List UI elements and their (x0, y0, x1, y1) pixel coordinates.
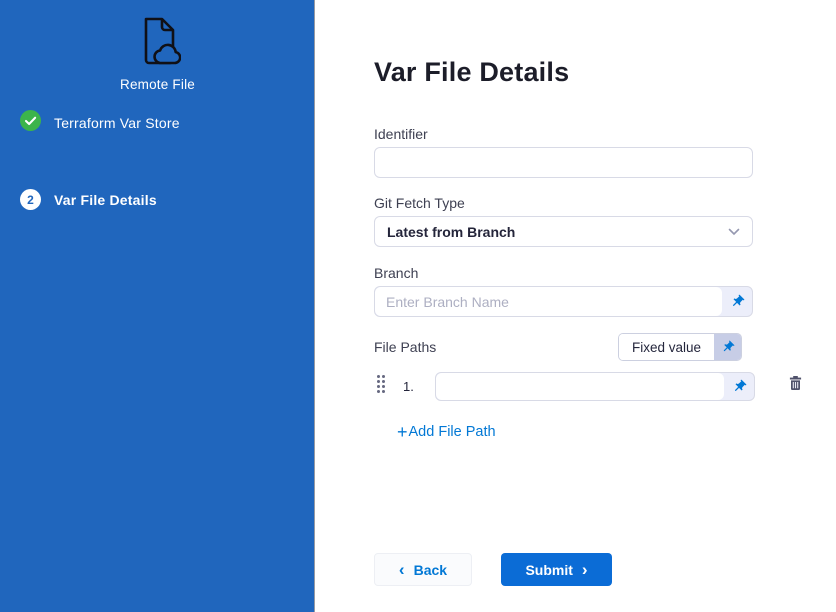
branch-label: Branch (374, 265, 418, 281)
identifier-field-shell (374, 147, 753, 178)
add-file-path-label: Add File Path (409, 424, 496, 440)
store-type-label: Remote File (0, 77, 315, 92)
file-paths-label: File Paths (374, 339, 436, 355)
trash-icon (787, 375, 804, 392)
branch-field-shell (374, 286, 753, 317)
chevron-down-icon (728, 223, 740, 241)
step-completed-check-icon (20, 110, 41, 136)
chevron-right-icon: › (582, 561, 588, 578)
sidebar-step-var-file-details[interactable]: 2 Var File Details (20, 189, 157, 210)
input-type-value: Fixed value (619, 334, 714, 360)
step-label: Terraform Var Store (54, 115, 180, 131)
git-fetch-type-selected-value: Latest from Branch (387, 224, 728, 240)
step-label: Var File Details (54, 192, 157, 208)
chevron-left-icon: ‹ (399, 561, 405, 578)
plus-icon: + (397, 424, 408, 440)
git-fetch-type-label: Git Fetch Type (374, 195, 465, 211)
file-path-input[interactable] (436, 373, 724, 400)
remote-file-cloud-icon (135, 55, 181, 72)
pin-icon (730, 294, 745, 309)
back-button[interactable]: ‹ Back (374, 553, 472, 586)
page-title: Var File Details (374, 57, 569, 88)
file-path-field-shell (435, 372, 755, 401)
identifier-label: Identifier (374, 126, 428, 142)
file-path-row-index: 1. (403, 379, 414, 394)
identifier-input[interactable] (375, 148, 752, 177)
branch-input[interactable] (375, 287, 722, 316)
delete-file-path-button[interactable] (785, 373, 805, 393)
var-file-details-wizard: Remote File Terraform Var Store 2 Var Fi… (0, 0, 836, 612)
file-path-runtime-pin-button[interactable] (724, 373, 754, 400)
sidebar-step-terraform-var-store[interactable]: Terraform Var Store (20, 110, 180, 136)
store-type-brand: Remote File (0, 16, 315, 92)
drag-handle[interactable] (377, 375, 385, 393)
file-paths-input-type-selector[interactable]: Fixed value (618, 333, 742, 361)
submit-button[interactable]: Submit › (501, 553, 612, 586)
branch-runtime-pin-button[interactable] (722, 287, 752, 316)
file-paths-runtime-pin-button[interactable] (714, 334, 741, 360)
back-button-label: Back (414, 562, 447, 578)
pin-icon (732, 379, 747, 394)
wizard-sidebar: Remote File Terraform Var Store 2 Var Fi… (0, 0, 315, 612)
pin-icon (721, 340, 735, 354)
git-fetch-type-select[interactable]: Latest from Branch (374, 216, 753, 247)
step-number-badge: 2 (20, 189, 41, 210)
add-file-path-button[interactable]: + Add File Path (397, 424, 496, 440)
submit-button-label: Submit (525, 562, 572, 578)
